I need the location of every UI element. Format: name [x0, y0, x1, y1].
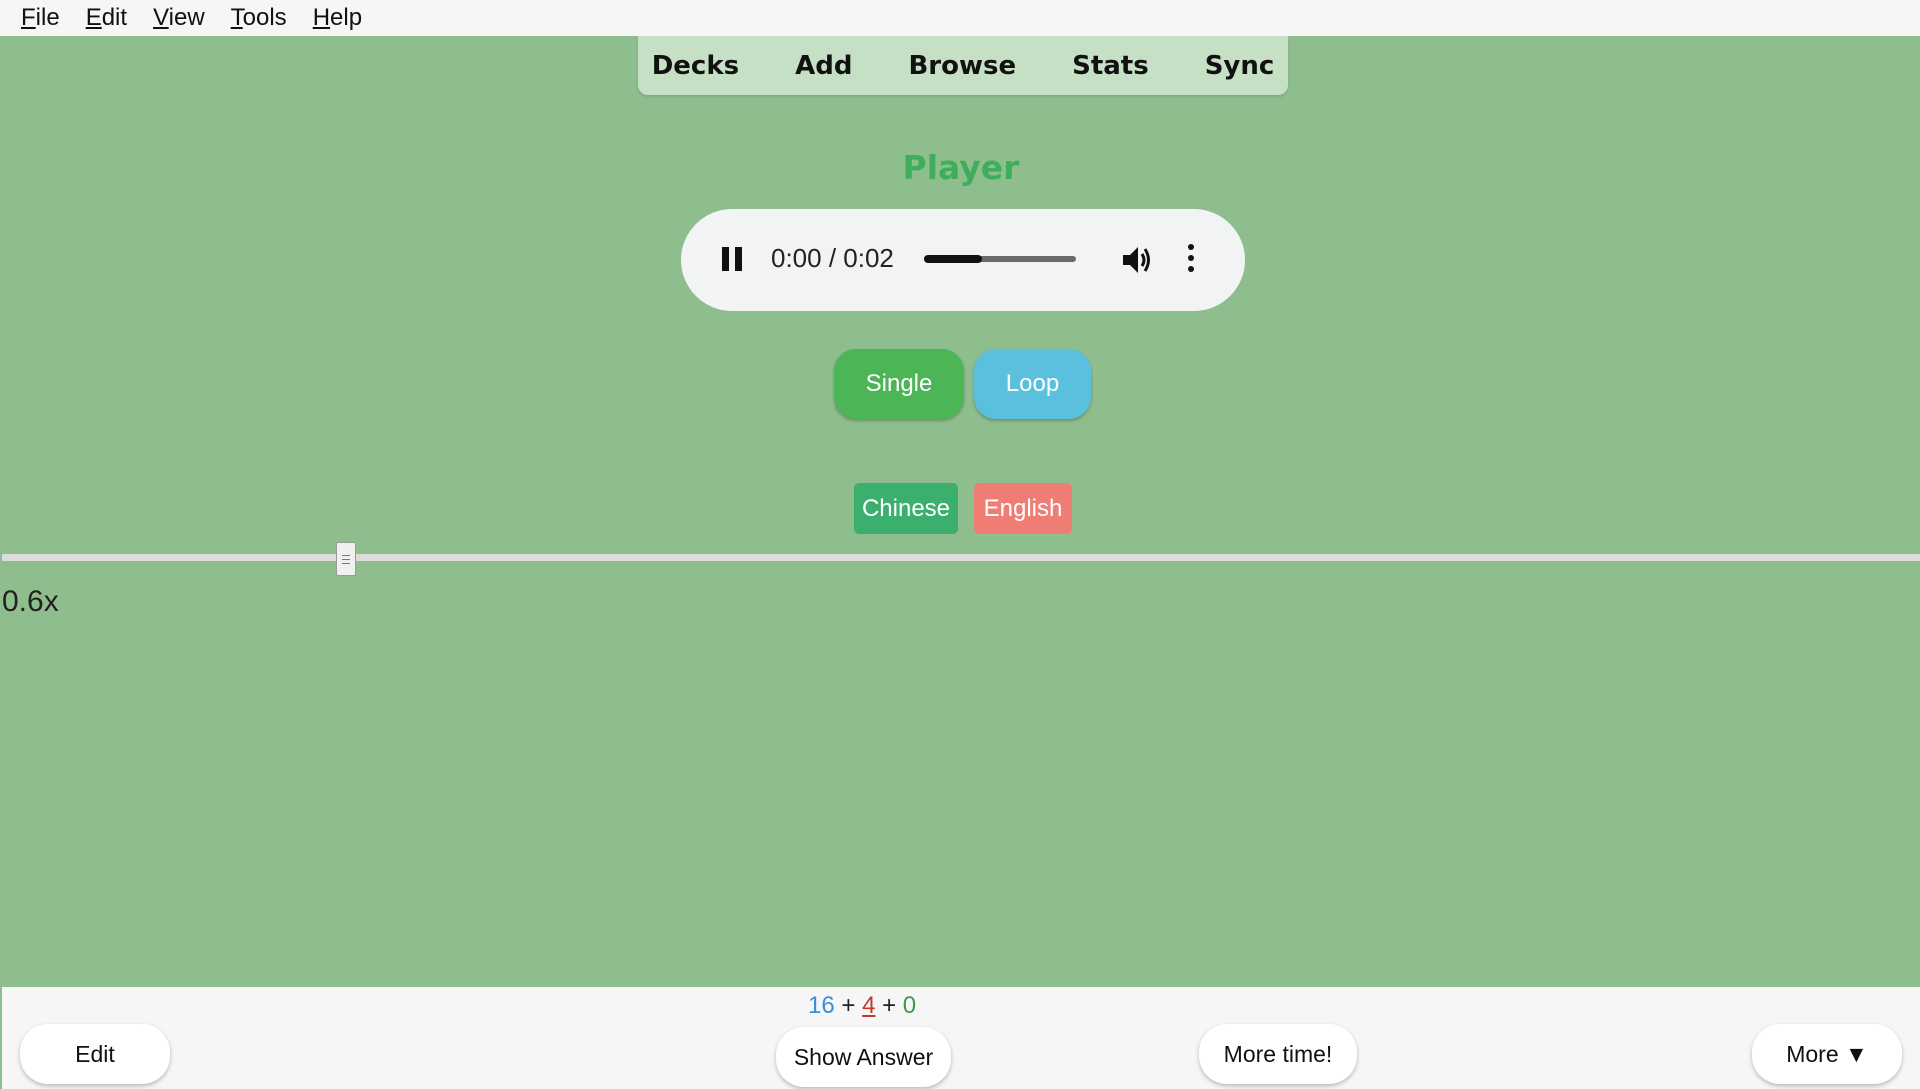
speed-slider-thumb[interactable]	[336, 542, 356, 576]
count-separator: +	[882, 992, 897, 1019]
menu-view-label: iew	[168, 4, 205, 31]
audio-progress-fill	[924, 255, 982, 263]
speed-label: 0.6x	[2, 585, 59, 618]
count-separator: +	[841, 992, 856, 1019]
menu-edit-label: dit	[101, 4, 128, 31]
english-tag[interactable]: English	[974, 483, 1072, 534]
menu-tools[interactable]: Tools	[231, 4, 287, 32]
menu-file-label: ile	[35, 4, 60, 31]
menu-bar: File Edit View Tools Help	[0, 0, 1920, 36]
more-button[interactable]: More ▼	[1752, 1024, 1902, 1084]
menu-help-label: elp	[330, 4, 363, 31]
review-counts: 16 + 4 + 0	[808, 992, 916, 1020]
pause-icon[interactable]	[721, 247, 743, 271]
top-navigation: Decks Add Browse Stats Sync	[638, 36, 1288, 95]
menu-tools-label: ools	[242, 4, 287, 31]
more-time-button[interactable]: More time!	[1199, 1024, 1357, 1084]
chinese-tag[interactable]: Chinese	[854, 483, 958, 534]
menu-help-mnemonic: H	[312, 4, 331, 31]
nav-sync[interactable]: Sync	[1177, 51, 1303, 81]
nav-browse[interactable]: Browse	[880, 51, 1044, 81]
more-options-icon[interactable]	[1187, 244, 1195, 274]
edit-button[interactable]: Edit	[20, 1024, 170, 1084]
menu-file-mnemonic: F	[21, 4, 36, 31]
menu-help[interactable]: Help	[313, 4, 362, 32]
menu-view-mnemonic: V	[153, 4, 169, 31]
nav-stats[interactable]: Stats	[1044, 51, 1177, 81]
loop-button[interactable]: Loop	[974, 349, 1091, 419]
menu-view[interactable]: View	[153, 4, 205, 32]
learn-count: 4	[862, 992, 876, 1019]
menu-edit-mnemonic: E	[85, 4, 102, 31]
audio-player: 0:00 / 0:02	[681, 209, 1245, 311]
speed-slider-track[interactable]	[2, 554, 1920, 561]
review-count: 0	[902, 992, 917, 1019]
menu-file[interactable]: File	[21, 4, 60, 32]
nav-add[interactable]: Add	[767, 51, 880, 81]
menu-edit[interactable]: Edit	[86, 4, 127, 32]
show-answer-button[interactable]: Show Answer	[776, 1027, 951, 1087]
audio-time: 0:00 / 0:02	[771, 243, 894, 273]
audio-progress-bar[interactable]	[924, 255, 1076, 263]
nav-decks[interactable]: Decks	[624, 51, 767, 81]
single-button[interactable]: Single	[834, 349, 964, 419]
volume-icon[interactable]	[1119, 242, 1155, 278]
player-title: Player	[902, 148, 1020, 187]
menu-tools-mnemonic: T	[230, 4, 243, 31]
new-count: 16	[808, 992, 835, 1019]
card-content-area: Decks Add Browse Stats Sync Player 0:00 …	[2, 36, 1920, 987]
bottom-bar	[2, 987, 1920, 1089]
